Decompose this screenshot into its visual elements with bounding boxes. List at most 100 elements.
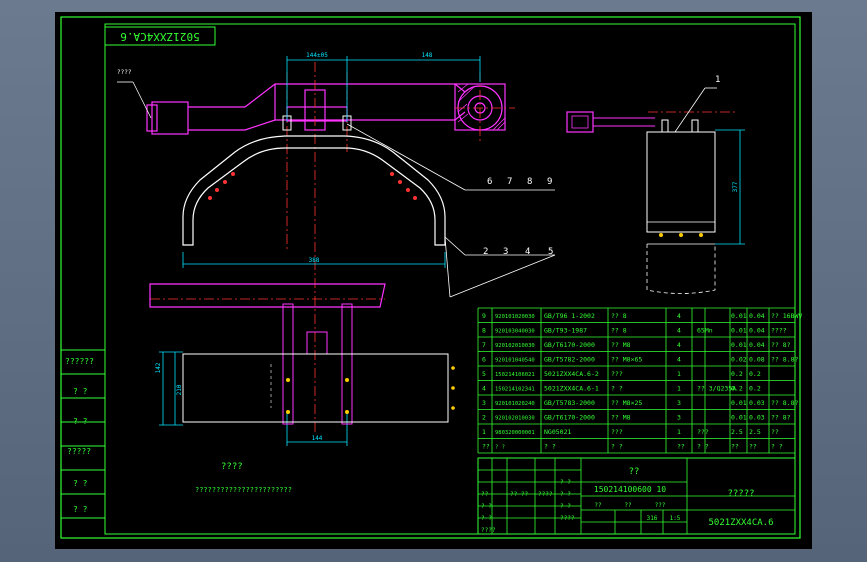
bom-cell: 1 bbox=[482, 428, 486, 436]
drawing-canvas: ?????? ? ? ? ? ????? ? ? ? ? 5021ZXX4CA.… bbox=[55, 12, 812, 549]
bom-cell: 0.01 bbox=[731, 327, 747, 335]
dim-right: 377 bbox=[732, 181, 739, 192]
bom-cell: ?? M8 bbox=[611, 341, 631, 349]
side-stamp-2: ? ? bbox=[73, 387, 88, 396]
bom-cell: ?? bbox=[731, 443, 739, 451]
bom-cell: 980320000001 bbox=[495, 430, 535, 436]
bom-cell: 920101020030 bbox=[495, 314, 535, 320]
bom-cell: ?? bbox=[771, 428, 779, 436]
tb-r4: ???? bbox=[560, 515, 575, 522]
tb-r3: ? ? bbox=[560, 503, 571, 510]
bom-cell: 0.08 bbox=[749, 356, 765, 364]
tb-rev-1: ?? bbox=[594, 502, 602, 509]
bom-cell: ?? bbox=[482, 443, 490, 451]
callout-2: 2 bbox=[483, 247, 488, 257]
bom-cell: 4 bbox=[677, 312, 681, 320]
tb-cell-2: ?? ?? bbox=[510, 491, 528, 498]
left-leader-2 bbox=[132, 81, 152, 119]
arch-holes bbox=[208, 172, 417, 200]
cad-drawing: ?????? ? ? ? ? ????? ? ? ? ? 5021ZXX4CA.… bbox=[60, 16, 802, 539]
left-label: ???? bbox=[117, 69, 132, 76]
bom-cell: 4 bbox=[482, 385, 486, 393]
bom-cell: 1 bbox=[677, 385, 681, 393]
bom-cell: ?? M8×65 bbox=[611, 356, 642, 364]
tb-cell-4: ? ? bbox=[481, 503, 492, 510]
tb-rev-3: ??? bbox=[655, 502, 666, 509]
bom-cell: 3 bbox=[677, 414, 681, 422]
bom-cell: ? ? bbox=[771, 443, 783, 451]
side-stamp-5: ? ? bbox=[73, 479, 88, 488]
bom-cell: GB/T6170-2000 bbox=[544, 341, 595, 349]
bom-cell: GB/T96 1-2002 bbox=[544, 312, 595, 320]
bom-cell: 920102010030 bbox=[495, 416, 535, 422]
bom-cell: 920101040540 bbox=[495, 358, 535, 364]
bom-cell: 3 bbox=[482, 399, 486, 407]
bom-cell: ?? bbox=[749, 443, 757, 451]
bom-cell: 8 bbox=[482, 327, 486, 335]
side-detail-view bbox=[566, 111, 716, 294]
bom-cell: 0.2 bbox=[731, 385, 743, 393]
bom-cell: 0.01 bbox=[731, 414, 747, 422]
bom-cell: NG05021 bbox=[544, 428, 571, 436]
tb-cell-6: ???? bbox=[481, 527, 496, 534]
bom-cell: 0.01 bbox=[731, 341, 747, 349]
bom-cell: 4 bbox=[677, 356, 681, 364]
dim-top-1: 144±05 bbox=[306, 52, 328, 59]
bom-cell: ??? bbox=[611, 428, 623, 436]
callout-1: 1 bbox=[715, 75, 720, 85]
bom-cell: ?? 8? bbox=[771, 414, 791, 422]
bom-cell: 920101020240 bbox=[495, 401, 535, 407]
tb-cell-3: ???? bbox=[538, 491, 553, 498]
bom-cell: ?? M8×25 bbox=[611, 399, 642, 407]
callout-8: 8 bbox=[527, 177, 532, 187]
tb-rev-2: ?? bbox=[624, 502, 632, 509]
bom-cell: 0.2 bbox=[731, 370, 743, 378]
bom-cell: GB/T6170-2000 bbox=[544, 414, 595, 422]
dim-side-outer: 142 bbox=[155, 362, 162, 373]
bom-cell: ? ? bbox=[611, 443, 623, 451]
hatch-marks bbox=[457, 83, 506, 131]
bom-cell: 2 bbox=[482, 414, 486, 422]
bom-cell: ? ? bbox=[611, 385, 623, 393]
bom-cell: ?? 8 bbox=[611, 312, 627, 320]
bom-cell: 9 bbox=[482, 312, 486, 320]
tb-company: ????? bbox=[727, 489, 754, 499]
bom-cell: 5021ZXX4CA.6-2 bbox=[544, 370, 599, 378]
tb-weight: 316 bbox=[647, 515, 658, 522]
side-stamp-3: ? ? bbox=[73, 417, 88, 426]
bom-cell: 5021ZXX4CA.6-1 bbox=[544, 385, 599, 393]
outer-frame bbox=[60, 16, 801, 539]
tb-r1: ? ? bbox=[560, 479, 571, 486]
bom-cell: 920102010030 bbox=[495, 343, 535, 349]
bom-cell: 0.2 bbox=[749, 385, 761, 393]
bom-cell: 0.2 bbox=[749, 370, 761, 378]
bom-cell: 4 bbox=[677, 327, 681, 335]
bom-cell: GB/T93-1987 bbox=[544, 327, 587, 335]
tb-cell-5: ? ? bbox=[481, 515, 492, 522]
bom-cell: 0.01 bbox=[731, 399, 747, 407]
side-stamp-4: ????? bbox=[67, 447, 91, 456]
notes-body: ??????????????????????? bbox=[195, 486, 292, 494]
bom-cell: 2.5 bbox=[749, 428, 761, 436]
bottom-view bbox=[149, 283, 455, 425]
bom-cell: ?? M8 bbox=[611, 414, 631, 422]
callout-3: 3 bbox=[503, 247, 508, 257]
bom-cell: 0.01 bbox=[731, 312, 747, 320]
callout-leaders bbox=[346, 87, 717, 298]
bom-cell: 920103040030 bbox=[495, 329, 535, 335]
dim-arch: 388 bbox=[309, 257, 320, 264]
bom-cell: ??? bbox=[697, 428, 709, 436]
bom-cell: 7 bbox=[482, 341, 486, 349]
bom-cell: ?? 8.8? bbox=[771, 356, 798, 364]
bom-cell: 0.02 bbox=[731, 356, 747, 364]
callout-4: 4 bbox=[525, 247, 530, 257]
notes-heading: ???? bbox=[221, 462, 243, 472]
title-tag: 5021ZXX4CA.6 bbox=[120, 30, 199, 43]
bom-cell: ?? bbox=[677, 443, 685, 451]
arm-assembly bbox=[146, 83, 506, 135]
arch-bracket bbox=[182, 135, 446, 246]
bom-cell: 65Mn bbox=[697, 327, 713, 335]
bom-cell: 4 bbox=[677, 341, 681, 349]
side-stamp-1: ?????? bbox=[65, 357, 94, 366]
callout-6: 6 bbox=[487, 177, 492, 187]
